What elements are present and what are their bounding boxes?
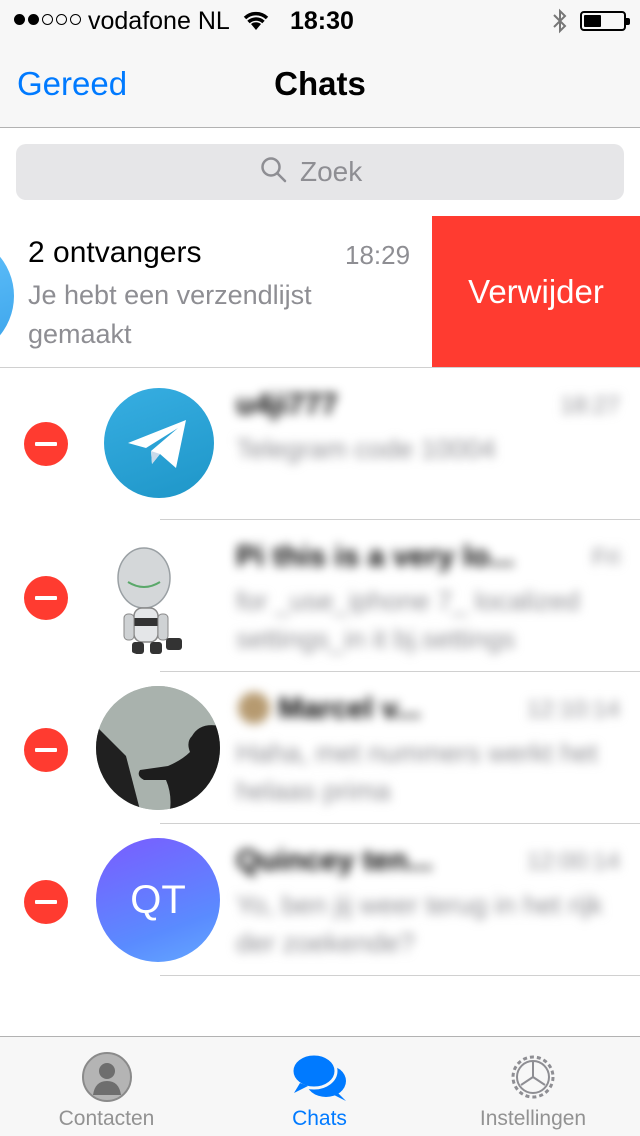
- chat-time: 12:00:14: [526, 848, 620, 875]
- signal-strength-icon: [14, 14, 81, 25]
- chat-content-blurred: Marcel v... 12:10:14 Haha, met nummers w…: [230, 672, 640, 824]
- chat-content-blurred: u4ji777 18:27 Telegram code 10004: [230, 368, 640, 520]
- page-title: Chats: [274, 65, 366, 102]
- chat-time: 12:10:14: [526, 696, 620, 723]
- chat-time: 18:29: [345, 240, 411, 270]
- swiped-chat-row[interactable]: 2 ontvangers 18:29 Je hebt een verzendli…: [0, 216, 640, 368]
- delete-toggle-button[interactable]: [24, 422, 68, 466]
- paper-plane-icon: [128, 420, 186, 468]
- delete-button[interactable]: Verwijder: [432, 216, 640, 368]
- robot-icon: [117, 547, 182, 654]
- chat-name: 2 ontvangers: [28, 236, 202, 269]
- chat-name: u4ji777: [236, 388, 338, 421]
- chat-row[interactable]: QT Quincey ten... 12:00:14 Yo, ben jij w…: [0, 824, 640, 976]
- robot-avatar: [96, 534, 220, 658]
- initials-avatar: QT: [96, 838, 220, 962]
- chat-row[interactable]: Pi this is a very lo... Fri for _use_iph…: [0, 520, 640, 672]
- person-icon: [81, 1051, 133, 1108]
- chat-name: Pi this is a very lo...: [236, 540, 515, 573]
- battery-icon: [580, 11, 630, 31]
- divider: [160, 975, 640, 976]
- chat-preview: Yo, ben jij weer terug in het rijk der z…: [236, 890, 603, 958]
- chat-content-blurred: Pi this is a very lo... Fri for _use_iph…: [230, 520, 640, 672]
- chat-preview: Je hebt een verzendlijst gemaakt: [28, 280, 312, 349]
- chat-content-blurred: Quincey ten... 12:00:14 Yo, ben jij weer…: [230, 824, 640, 976]
- carrier-name: vodafone NL: [88, 7, 230, 35]
- search-input[interactable]: [300, 156, 380, 188]
- chat-preview: Telegram code 10004: [236, 434, 496, 464]
- silhouette-icon: [96, 686, 220, 810]
- chat-name: Marcel v...: [278, 692, 421, 725]
- tab-bar: Contacten Chats Instellingen: [0, 1036, 640, 1136]
- tab-label: Chats: [292, 1107, 347, 1130]
- delete-toggle-button[interactable]: [24, 728, 68, 772]
- chat-preview: for _use_iphone 7_ localized settings_in…: [236, 586, 580, 654]
- tab-label: Instellingen: [479, 1107, 587, 1130]
- telegram-avatar: [104, 388, 214, 498]
- delete-toggle-button[interactable]: [24, 576, 68, 620]
- chat-name: Quincey ten...: [236, 844, 433, 877]
- tab-contacts[interactable]: Contacten: [0, 1037, 213, 1136]
- chat-time: Fri: [592, 544, 620, 571]
- bluetooth-icon: [550, 8, 570, 39]
- chat-row[interactable]: u4ji777 18:27 Telegram code 10004: [0, 368, 640, 520]
- gear-icon: [507, 1051, 559, 1108]
- status-bar: vodafone NL 18:30: [0, 0, 640, 40]
- chat-preview: Haha, met nummers werkt het helaas prima: [236, 738, 598, 806]
- avatar: [0, 234, 14, 358]
- navigation-bar: Gereed Chats: [0, 40, 640, 128]
- tab-chats[interactable]: Chats: [213, 1037, 426, 1136]
- tab-label: Contacten: [58, 1107, 155, 1130]
- silhouette-avatar: [96, 686, 220, 810]
- sender-avatar: [238, 692, 270, 724]
- chat-time: 18:27: [559, 392, 620, 419]
- tab-settings[interactable]: Instellingen: [426, 1037, 640, 1136]
- chat-row[interactable]: Marcel v... 12:10:14 Haha, met nummers w…: [0, 672, 640, 824]
- status-time: 18:30: [290, 7, 354, 35]
- search-icon: [260, 156, 288, 189]
- delete-toggle-button[interactable]: [24, 880, 68, 924]
- search-area: [0, 128, 640, 216]
- wifi-icon: [240, 8, 272, 37]
- search-field[interactable]: [16, 144, 624, 200]
- chat-bubbles-icon: [290, 1051, 350, 1108]
